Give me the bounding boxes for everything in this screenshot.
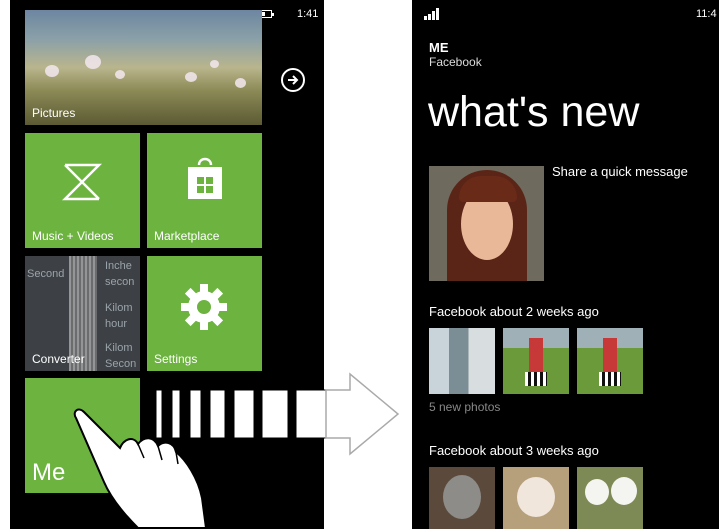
feed-photo[interactable] — [503, 467, 569, 529]
tile-music-videos[interactable]: Music + Videos — [25, 133, 140, 248]
shopping-bag-icon — [188, 157, 222, 199]
gear-icon — [181, 284, 227, 330]
feed-photo[interactable] — [577, 467, 643, 529]
tile-label: Pictures — [32, 106, 76, 120]
me-hub-phone: 11:4 ME Facebook what's new Share a quic… — [412, 0, 719, 529]
feed-header[interactable]: Facebook about 2 weeks ago — [429, 304, 599, 319]
arrow-right-icon[interactable] — [281, 68, 305, 92]
status-time: 11:4 — [696, 8, 717, 20]
profile-source: Facebook — [429, 55, 482, 69]
status-time: 1:41 — [297, 8, 319, 20]
converter-bg-text: Second — [27, 268, 65, 280]
tile-settings[interactable]: Settings — [147, 256, 262, 371]
tile-pictures[interactable]: Pictures — [25, 10, 262, 125]
profile-name[interactable]: ME — [429, 40, 449, 55]
tile-label: Marketplace — [154, 229, 220, 243]
feed-header[interactable]: Facebook about 3 weeks ago — [429, 443, 599, 458]
converter-bg-text: Kilom — [105, 302, 133, 314]
feed-photo[interactable] — [577, 328, 643, 394]
page-title: what's new — [428, 88, 640, 136]
feed-photo[interactable] — [429, 467, 495, 529]
tile-converter[interactable]: Second Inche secon Kilom hour Kilom Seco… — [25, 256, 140, 371]
converter-bg-text: hour — [105, 318, 128, 330]
feed-photo[interactable] — [429, 328, 495, 394]
tile-marketplace[interactable]: Marketplace — [147, 133, 262, 248]
feed-photo[interactable] — [503, 328, 569, 394]
signal-icon — [424, 8, 439, 20]
converter-bg-text: Secon — [105, 358, 137, 370]
converter-bg-text: Kilom — [105, 342, 133, 354]
tile-label: Music + Videos — [32, 229, 114, 243]
converter-bg-text: secon — [105, 276, 135, 288]
profile-picture[interactable] — [429, 166, 544, 281]
zune-icon — [61, 163, 103, 201]
converter-bg-text: Inche — [105, 260, 132, 272]
tapping-hand-icon — [73, 408, 208, 528]
share-message-link[interactable]: Share a quick message — [552, 164, 688, 179]
tile-label: Converter — [32, 352, 85, 366]
tile-label: Me — [32, 459, 66, 486]
tile-label: Settings — [154, 352, 198, 366]
feed-caption: 5 new photos — [429, 400, 501, 414]
